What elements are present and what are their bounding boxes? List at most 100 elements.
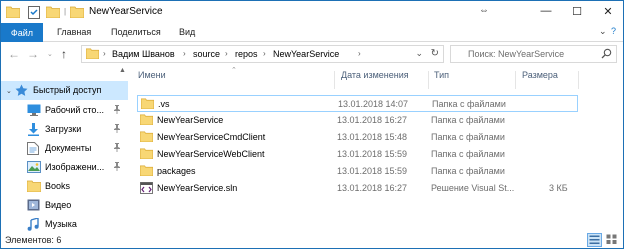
sidebar-item-video[interactable]: Видео: [1, 196, 128, 215]
item-count: Элементов: 6: [5, 235, 62, 245]
resize-cursor-icon: ⇔: [479, 5, 489, 16]
forward-arrow-icon[interactable]: →: [27, 47, 39, 61]
file-type: Папка с файлами: [432, 99, 506, 109]
column-header-size[interactable]: Размера: [522, 70, 558, 90]
file-row[interactable]: NewYearServiceWebClient 13.01.2018 15:59…: [137, 146, 578, 163]
sidebar-item-quick-access[interactable]: ⌄ Быстрый доступ: [1, 81, 128, 100]
folder-icon: [5, 4, 21, 20]
close-button[interactable]: ✕: [593, 1, 623, 21]
column-header-type[interactable]: Тип: [434, 70, 449, 90]
explorer-window: | NewYearService ⇔ — ☐ ✕ Файл Главная По…: [0, 0, 624, 249]
column-header-name[interactable]: Имени: [138, 70, 166, 90]
address-bar[interactable]: › Вадим Шванов › source › repos › NewYea…: [81, 45, 444, 63]
tab-share[interactable]: Поделиться: [111, 27, 161, 37]
breadcrumb-separator: ›: [103, 49, 106, 58]
breadcrumb-source[interactable]: source: [193, 49, 220, 59]
folder-icon: [139, 131, 154, 143]
file-name: packages: [157, 166, 196, 176]
file-name: NewYearServiceWebClient: [157, 149, 265, 159]
documents-icon: [27, 142, 41, 155]
column-divider[interactable]: [515, 71, 516, 89]
file-name: NewYearServiceCmdClient: [157, 132, 266, 142]
file-type: Папка с файлами: [431, 132, 505, 142]
pictures-icon: [27, 161, 41, 174]
file-name: NewYearService.sln: [157, 183, 238, 193]
ribbon-expand-icon[interactable]: ⌄: [599, 26, 607, 37]
scroll-up-icon[interactable]: ▲: [119, 67, 126, 74]
breadcrumb-separator: ›: [225, 49, 228, 58]
folder-icon: [85, 48, 100, 61]
status-bar: Элементов: 6: [1, 232, 623, 248]
folder-icon: [139, 148, 154, 160]
file-row[interactable]: packages 13.01.2018 15:59 Папка с файлам…: [137, 163, 578, 180]
sidebar-item-label: Рабочий сто...: [45, 105, 104, 115]
ribbon-tabs: Файл Главная Поделиться Вид ⌄ ?: [1, 23, 623, 42]
tab-file[interactable]: Файл: [1, 23, 43, 42]
star-icon: [15, 84, 29, 97]
breadcrumb-separator: ›: [358, 49, 361, 58]
file-row[interactable]: NewYearService.sln 13.01.2018 16:27 Реше…: [137, 180, 578, 197]
large-icons-view-icon[interactable]: [605, 233, 620, 247]
breadcrumb-separator: ›: [183, 49, 186, 58]
properties-icon[interactable]: [26, 4, 42, 20]
search-icon[interactable]: [601, 48, 612, 61]
file-row[interactable]: NewYearServiceCmdClient 13.01.2018 15:48…: [137, 129, 578, 146]
maximize-button[interactable]: ☐: [562, 1, 592, 21]
recent-locations-icon[interactable]: ⌄: [47, 50, 53, 58]
new-folder-icon[interactable]: [45, 4, 61, 20]
file-date: 13.01.2018 15:59: [337, 166, 408, 176]
breadcrumb-current[interactable]: NewYearService: [273, 49, 339, 59]
chevron-down-icon[interactable]: ⌄: [415, 48, 423, 59]
folder-icon: [140, 98, 155, 110]
pin-icon[interactable]: [113, 105, 121, 116]
tab-view[interactable]: Вид: [179, 27, 195, 37]
file-date: 13.01.2018 14:07: [338, 99, 409, 109]
sidebar-item-documents[interactable]: Документы: [1, 139, 128, 158]
pin-icon[interactable]: [113, 143, 121, 154]
navigation-pane: ▲ ⌄ Быстрый доступ Рабочий сто... Загруз…: [1, 67, 128, 232]
column-divider[interactable]: [428, 71, 429, 89]
file-date: 13.01.2018 16:27: [337, 115, 408, 125]
column-divider[interactable]: [578, 71, 579, 89]
sidebar-item-label: Быстрый доступ: [33, 85, 102, 95]
pin-icon[interactable]: [113, 162, 121, 173]
window-title: NewYearService: [89, 6, 163, 17]
pin-icon[interactable]: [113, 124, 121, 135]
refresh-icon[interactable]: ↻: [431, 48, 439, 59]
minimize-button[interactable]: —: [531, 1, 561, 21]
column-divider[interactable]: [334, 71, 335, 89]
up-arrow-icon[interactable]: ↑: [61, 47, 67, 61]
sidebar-item-desktop[interactable]: Рабочий сто...: [1, 101, 128, 120]
address-row: ← → ⌄ ↑ › Вадим Шванов › source › repos …: [1, 42, 623, 66]
help-icon[interactable]: ?: [611, 26, 616, 36]
tab-home[interactable]: Главная: [57, 27, 91, 37]
solution-file-icon: [140, 182, 153, 194]
file-name: NewYearService: [157, 115, 224, 125]
breadcrumb-separator: ›: [263, 49, 266, 58]
details-view-icon[interactable]: [587, 233, 602, 247]
file-date: 13.01.2018 15:48: [337, 132, 408, 142]
file-size: 3 КБ: [549, 183, 568, 193]
file-type: Папка с файлами: [431, 115, 505, 125]
file-type: Решение Visual St...: [431, 183, 515, 193]
sort-ascending-icon: ⌃: [231, 67, 237, 74]
search-input[interactable]: Поиск: NewYearService: [450, 45, 617, 63]
back-arrow-icon[interactable]: ←: [8, 47, 20, 61]
chevron-down-icon[interactable]: ⌄: [6, 87, 12, 95]
sidebar-item-downloads[interactable]: Загрузки: [1, 120, 128, 139]
breadcrumb-user[interactable]: Вадим Шванов: [112, 49, 175, 59]
folder-icon: [69, 4, 85, 20]
breadcrumb-repos[interactable]: repos: [235, 49, 258, 59]
sidebar-item-books[interactable]: Books: [1, 177, 128, 196]
file-row[interactable]: .vs 13.01.2018 14:07 Папка с файлами: [137, 95, 578, 112]
sidebar-item-label: Изображени...: [45, 162, 105, 172]
search-placeholder: Поиск: NewYearService: [468, 49, 565, 59]
folder-icon: [26, 180, 42, 193]
column-header-date[interactable]: Дата изменения: [341, 70, 409, 90]
folder-icon: [139, 114, 154, 126]
file-type: Папка с файлами: [431, 149, 505, 159]
folder-icon: [139, 165, 154, 177]
sidebar-item-pictures[interactable]: Изображени...: [1, 158, 128, 177]
file-row[interactable]: NewYearService 13.01.2018 16:27 Папка с …: [137, 112, 578, 129]
file-date: 13.01.2018 16:27: [337, 183, 408, 193]
